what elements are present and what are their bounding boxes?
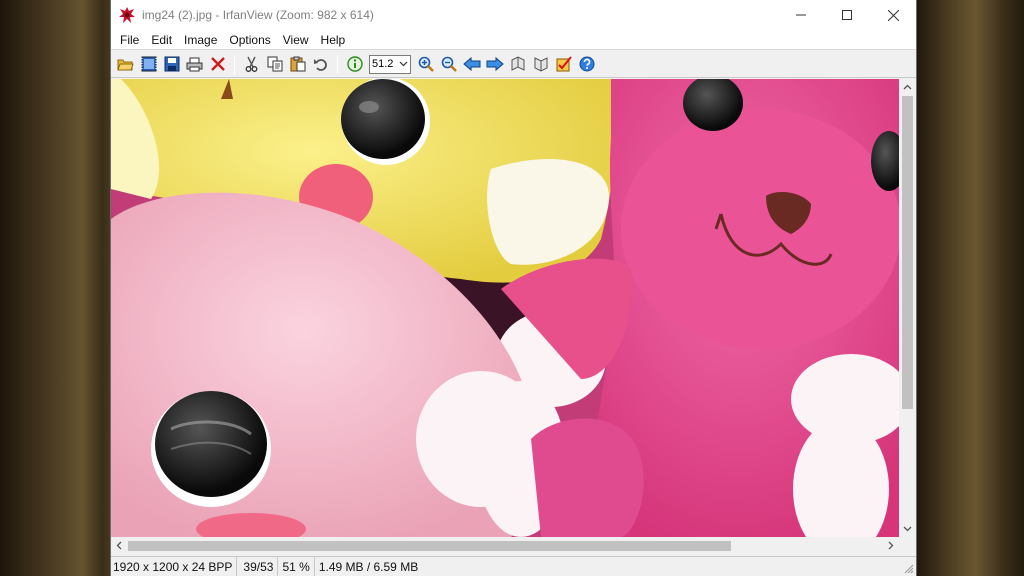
minimize-button[interactable] [778,0,824,30]
delete-button[interactable] [206,53,229,76]
menu-bar: File Edit Image Options View Help [111,30,916,50]
last-page-icon [534,57,547,72]
properties-icon [556,56,572,72]
toolbar-separator [234,54,235,74]
resize-grip-icon[interactable] [904,564,914,574]
properties-button[interactable] [552,53,575,76]
window-title: img24 (2).jpg - IrfanView (Zoom: 982 x 6… [142,8,374,22]
zoom-value: 51.2 [372,58,394,70]
irfanview-window: img24 (2).jpg - IrfanView (Zoom: 982 x 6… [110,0,917,576]
close-icon [887,9,899,21]
previous-button[interactable] [460,53,483,76]
image-viewport[interactable] [111,79,899,537]
undo-icon [313,59,327,71]
first-page-button[interactable] [506,53,529,76]
scroll-up-button[interactable] [899,79,916,96]
slideshow-icon [141,56,156,72]
info-icon [346,56,363,72]
vertical-scroll-thumb[interactable] [902,96,913,409]
save-icon [164,56,179,72]
zoom-in-button[interactable] [414,53,437,76]
chevron-left-icon [116,541,122,550]
status-index: 39/53 [237,556,279,576]
status-bar: 1920 x 1200 x 24 BPP 39/53 51 % 1.49 MB … [111,556,916,576]
status-zoom: 51 % [278,556,315,576]
info-button[interactable] [343,53,366,76]
chevron-right-icon [888,541,894,550]
plush-toys-photo [111,79,899,537]
first-page-icon [511,56,524,71]
zoom-out-button[interactable] [437,53,460,76]
menu-image[interactable]: Image [178,30,223,50]
desktop-background [916,0,1024,576]
scroll-right-button[interactable] [882,537,899,554]
title-bar[interactable]: img24 (2).jpg - IrfanView (Zoom: 982 x 6… [111,0,916,30]
delete-icon [210,57,225,71]
cut-button[interactable] [240,53,263,76]
save-button[interactable] [160,53,183,76]
paste-icon [290,56,305,72]
next-button[interactable] [483,53,506,76]
next-icon [486,57,504,71]
maximize-icon [842,10,852,20]
menu-edit[interactable]: Edit [145,30,178,50]
status-dimensions: 1920 x 1200 x 24 BPP [111,556,238,576]
previous-icon [462,57,480,71]
toolbar-separator [337,54,338,74]
copy-button[interactable] [263,53,286,76]
copy-icon [267,56,282,72]
open-folder-icon [117,59,134,70]
menu-options[interactable]: Options [223,30,276,50]
zoom-in-icon [418,56,434,72]
menu-file[interactable]: File [114,30,145,50]
horizontal-scrollbar[interactable] [111,537,899,554]
close-button[interactable] [870,0,916,30]
help-button[interactable] [575,53,598,76]
zoom-dropdown[interactable]: 51.2 [369,54,411,74]
irfanview-app-icon [119,7,135,23]
print-icon [186,57,203,71]
chevron-up-icon [903,84,912,90]
scroll-down-button[interactable] [899,520,916,537]
maximize-button[interactable] [824,0,870,30]
toolbar: 51.2 [111,51,916,78]
help-icon [579,56,594,72]
scrollbar-corner [899,537,916,554]
cut-icon [245,56,258,72]
minimize-icon [796,14,806,16]
slideshow-button[interactable] [137,53,160,76]
print-button[interactable] [183,53,206,76]
chevron-down-icon [399,61,408,66]
window-controls [778,0,916,30]
horizontal-scroll-thumb[interactable] [128,541,731,551]
zoom-out-icon [441,56,457,72]
open-button[interactable] [114,53,137,76]
menu-help[interactable]: Help [315,30,352,50]
chevron-down-icon [903,526,912,532]
paste-button[interactable] [286,53,309,76]
status-size: 1.49 MB / 6.59 MB [318,559,419,574]
undo-button[interactable] [309,53,332,76]
menu-view[interactable]: View [277,30,315,50]
scroll-left-button[interactable] [111,537,128,554]
last-page-button[interactable] [529,53,552,76]
vertical-scrollbar[interactable] [899,79,916,537]
